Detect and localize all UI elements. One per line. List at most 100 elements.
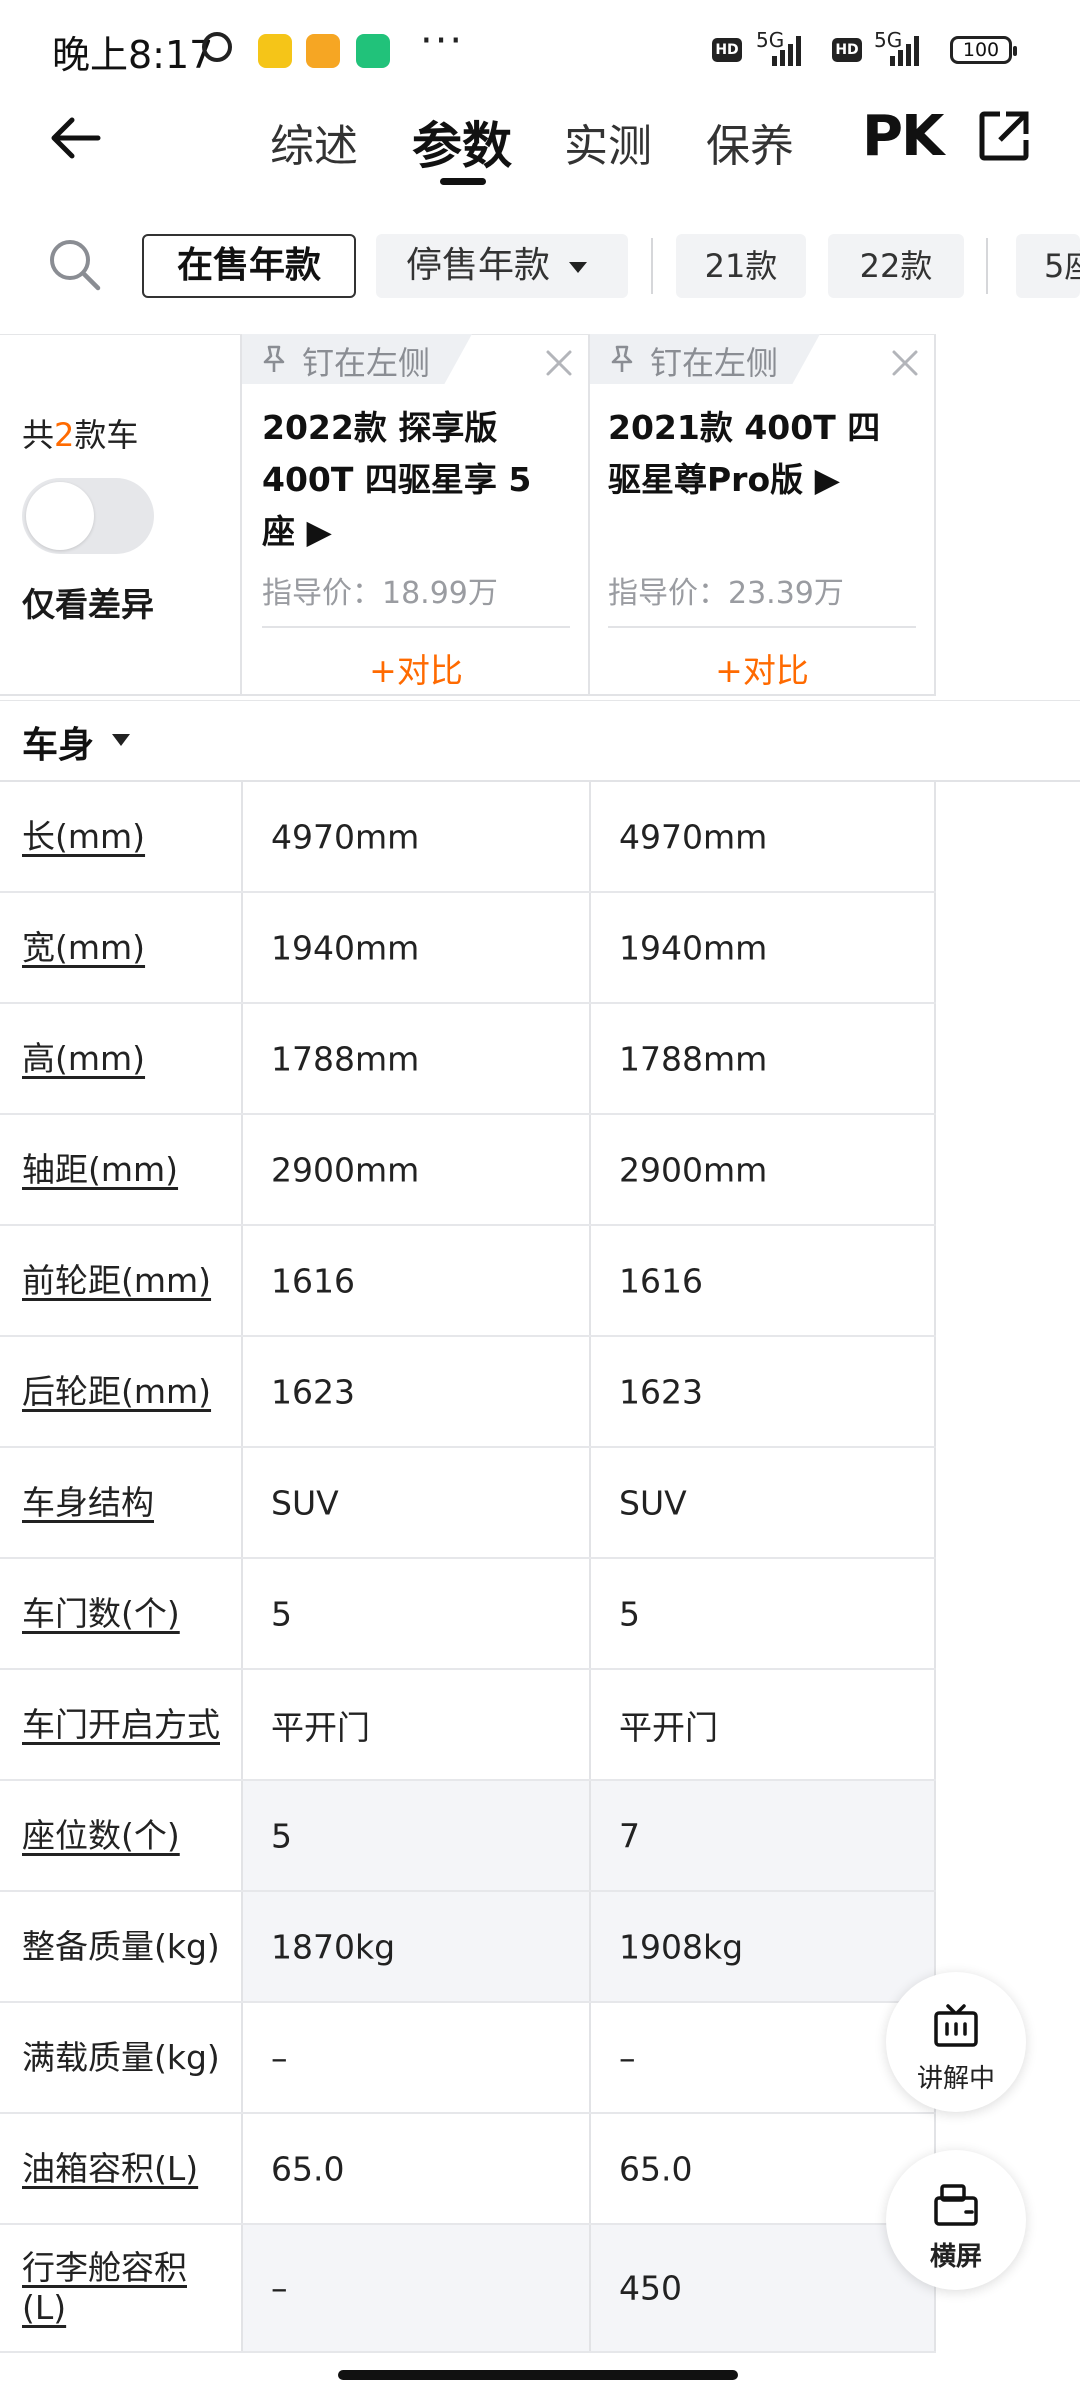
only-diff-label: 仅看差异	[22, 585, 154, 624]
spec-label-text: 车门开启方式	[22, 1704, 220, 1744]
table-row: 轴距(mm) 2900mm 2900mm	[0, 1115, 936, 1226]
spec-value-car1: 2900mm	[241, 1115, 589, 1224]
spec-label: 满载质量(kg)	[0, 2003, 241, 2112]
close-icon[interactable]	[544, 348, 574, 378]
car-name-2[interactable]: 2021款 400T 四驱星尊Pro版 ▶	[608, 402, 908, 506]
battery-icon: 100	[950, 36, 1017, 64]
table-row: 整备质量(kg) 1870kg 1908kg	[0, 1892, 936, 2003]
spec-value-text: 平开门	[271, 1707, 370, 1747]
column-divider	[934, 335, 936, 695]
pk-button[interactable]: PK	[862, 104, 944, 169]
spec-label[interactable]: 宽(mm)	[0, 893, 241, 1002]
spec-value-text: 1940mm	[271, 928, 420, 967]
filter-discontinued[interactable]: 停售年款	[376, 234, 628, 298]
spec-value-car1: 5	[241, 1781, 589, 1890]
car-count: 共2款车	[22, 410, 138, 456]
spec-label-text: 长(mm)	[22, 816, 146, 856]
spec-table: 长(mm) 4970mm 4970mm 宽(mm) 1940mm 1940mm 高(mm) 1…	[0, 782, 936, 2353]
landscape-label: 横屏	[929, 2242, 982, 2272]
tab-params[interactable]: 参数	[412, 106, 512, 178]
spec-label[interactable]: 前轮距(mm)	[0, 1226, 241, 1335]
share-icon[interactable]	[976, 108, 1032, 164]
spec-label-text: 车门数(个)	[22, 1593, 180, 1633]
filter-divider	[651, 238, 653, 294]
spec-value-car1: 5	[241, 1559, 589, 1668]
spec-value-text: 4970mm	[271, 817, 420, 856]
filter-year-21[interactable]: 21款	[676, 234, 806, 298]
spec-value-text: 2900mm	[271, 1150, 420, 1189]
spec-label[interactable]: 车身结构	[0, 1448, 241, 1557]
spec-value-car1: –	[241, 2003, 589, 2112]
car-name-1[interactable]: 2022款 探享版 400T 四驱星享 5座 ▶	[262, 402, 562, 558]
close-icon[interactable]	[890, 348, 920, 378]
pin-left-label: 钉在左侧	[302, 344, 431, 382]
spec-value-car2: 1908kg	[589, 1892, 936, 2001]
filter-year-22[interactable]: 22款	[828, 234, 964, 298]
explain-button[interactable]: 讲解中	[886, 1972, 1026, 2112]
toggle-knob	[26, 482, 94, 550]
spec-value-text: 平开门	[619, 1707, 718, 1747]
spec-label-text: 座位数(个)	[22, 1815, 180, 1855]
spec-value-car1: 1623	[241, 1337, 589, 1446]
spec-label[interactable]: 长(mm)	[0, 782, 241, 891]
status-bar: 晚上8:17 ··· HD 5G HD 5G 100	[0, 0, 1080, 100]
spec-value-text: –	[271, 2038, 288, 2077]
back-arrow-icon[interactable]	[44, 106, 108, 170]
only-diff-toggle[interactable]	[22, 478, 154, 554]
spec-value-car2: 7	[589, 1781, 936, 1890]
header-divider	[0, 694, 936, 696]
notes-app-icon	[306, 34, 340, 68]
spec-value-text: 2900mm	[619, 1150, 768, 1189]
spec-label[interactable]: 油箱容积(L)	[0, 2114, 241, 2223]
table-row: 车门开启方式 平开门 平开门	[0, 1670, 936, 1781]
spec-label[interactable]: 座位数(个)	[0, 1781, 241, 1890]
chevron-down-icon	[569, 261, 588, 273]
spec-value-text: 1788mm	[271, 1039, 420, 1078]
home-indicator[interactable]	[338, 2370, 738, 2380]
spec-value-car1: 1940mm	[241, 893, 589, 1002]
spec-value-car1: 平开门	[241, 1670, 589, 1779]
spec-value-car2: 1788mm	[589, 1004, 936, 1113]
spec-label-text: 宽(mm)	[22, 927, 146, 967]
spec-label: 整备质量(kg)	[0, 1892, 241, 2001]
spec-value-car1: –	[241, 2225, 589, 2351]
filter-on-sale[interactable]: 在售年款	[142, 234, 356, 298]
guide-price-2: 指导价：23.39万	[608, 576, 844, 611]
tab-maintenance[interactable]: 保养	[706, 110, 794, 174]
add-compare-button-1[interactable]: +对比	[262, 644, 570, 692]
spec-label[interactable]: 行李舱容积(L)	[0, 2225, 241, 2351]
spec-value-text: 1623	[271, 1372, 355, 1411]
spec-value-car2: 1616	[589, 1226, 936, 1335]
table-row: 车身结构 SUV SUV	[0, 1448, 936, 1559]
column-divider	[588, 335, 590, 695]
tab-measured[interactable]: 实测	[564, 110, 652, 174]
spec-label-text: 高(mm)	[22, 1038, 146, 1078]
search-icon[interactable]	[46, 236, 102, 292]
filter-discontinued-label: 停售年款	[406, 245, 551, 286]
landscape-button[interactable]: 横屏	[886, 2150, 1026, 2290]
spec-label[interactable]: 车门开启方式	[0, 1670, 241, 1779]
spec-label-text: 油箱容积(L)	[22, 2148, 199, 2188]
more-notifications-icon: ···	[420, 18, 465, 64]
caret-down-icon	[112, 734, 130, 746]
shield-app-icon	[356, 34, 390, 68]
filter-seats-5[interactable]: 5座	[1016, 234, 1080, 298]
status-time: 晚上8:17	[52, 33, 214, 77]
hd-icon: HD	[712, 38, 742, 62]
count-suffix: 款车	[74, 416, 139, 454]
spec-value-text: 65.0	[619, 2149, 693, 2188]
tab-overview[interactable]: 综述	[270, 110, 358, 174]
spec-label[interactable]: 车门数(个)	[0, 1559, 241, 1668]
section-header[interactable]	[0, 700, 1080, 782]
spec-label[interactable]: 轴距(mm)	[0, 1115, 241, 1224]
spec-label[interactable]: 后轮距(mm)	[0, 1337, 241, 1446]
spec-value-text: 1623	[619, 1372, 703, 1411]
spec-label[interactable]: 高(mm)	[0, 1004, 241, 1113]
pin-icon	[263, 345, 285, 372]
spec-label-text: 车身结构	[22, 1482, 154, 1522]
car-app-icon	[258, 34, 292, 68]
table-row: 高(mm) 1788mm 1788mm	[0, 1004, 936, 1115]
add-compare-button-2[interactable]: +对比	[608, 644, 916, 692]
table-row: 油箱容积(L) 65.0 65.0	[0, 2114, 936, 2225]
explain-label: 讲解中	[916, 2064, 995, 2094]
